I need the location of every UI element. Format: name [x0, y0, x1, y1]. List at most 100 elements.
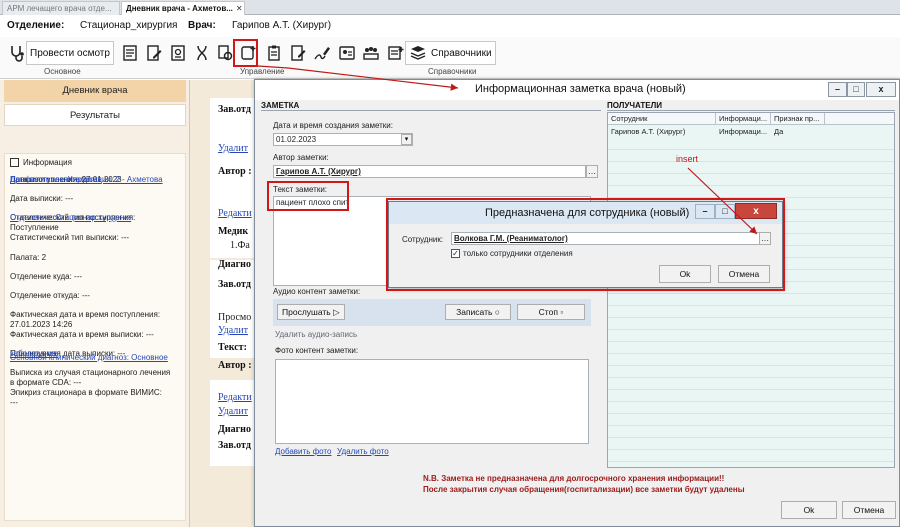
date-label: Дата и время создания заметки:	[273, 121, 393, 130]
highlight-note-text	[267, 181, 349, 211]
footer-note-2: После закрытия случая обращения(госпитал…	[423, 485, 745, 494]
edit-document-icon	[145, 44, 163, 62]
signature-icon	[313, 44, 331, 62]
nav-doctor-diary[interactable]: Дневник врача	[4, 80, 186, 102]
maximize-button[interactable]: □	[847, 82, 865, 97]
nav-results[interactable]: Результаты	[4, 104, 186, 126]
diary-line: Зав.отд	[218, 104, 251, 115]
author-field[interactable]: Гарипов А.Т. (Хирург)	[273, 165, 586, 178]
photo-area[interactable]	[275, 359, 589, 444]
author-lookup-button[interactable]: …	[586, 165, 598, 178]
exam-text-button[interactable]: Провести осмотр	[26, 41, 114, 65]
note-dialog: Информационная заметка врача (новый) – □…	[254, 79, 900, 527]
team-button[interactable]	[334, 41, 360, 65]
info-vimis: Эпикриз стационара в формате ВИМИС:	[10, 388, 162, 397]
group-button[interactable]	[358, 41, 384, 65]
info-diagnosis-cont[interactable]: заболевание	[10, 349, 58, 359]
diary-line: Диагно	[218, 259, 251, 270]
grid-header[interactable]: Информаци...	[716, 113, 771, 125]
dna-icon	[193, 44, 211, 62]
certificate-button[interactable]	[165, 41, 191, 65]
diary-link[interactable]: Удалит	[218, 406, 248, 417]
info-cda-value: в формате CDA: ---	[10, 378, 82, 387]
dialog-titlebar: Информационная заметка врача (новый) – □…	[255, 80, 899, 100]
stethoscope-icon	[8, 44, 26, 62]
author-label: Автор заметки:	[273, 153, 329, 162]
doc-edit2-button[interactable]	[285, 41, 311, 65]
diary-line: Просмо	[218, 312, 252, 323]
grid-header[interactable]: Сотрудник	[608, 113, 716, 125]
doctor-value: Гарипов А.Т. (Хирург)	[232, 20, 332, 31]
list-document-icon	[121, 44, 139, 62]
table-row-cell[interactable]: Да	[771, 126, 825, 137]
add-photo-link[interactable]: Добавить фото	[275, 447, 331, 456]
stop-icon: ▫	[560, 307, 564, 317]
diary-line: Диагно	[218, 424, 251, 435]
lab-settings-icon	[216, 44, 234, 62]
info-bed-profile[interactable]: Профили коек: Хирургия	[10, 175, 102, 185]
record-button[interactable]: Записать ○	[445, 304, 511, 320]
edit-doc-button[interactable]	[141, 41, 167, 65]
chevron-down-icon[interactable]: ▾	[401, 134, 412, 145]
info-vimis-value: ---	[10, 398, 18, 407]
info-actual-discharge: Фактическая дата и время выписки: ---	[10, 330, 154, 339]
info-cda: Выписка из случая стационарного лечения	[10, 368, 171, 377]
info-dept-to: Отделение куда: ---	[10, 272, 83, 281]
group-icon	[362, 44, 380, 62]
diary-line: Зав.отд	[218, 279, 251, 290]
tab-diary[interactable]: Дневник врача - Ахметов... ✕	[121, 1, 245, 15]
minimize-button[interactable]: –	[828, 82, 847, 97]
diary-link[interactable]: Редакти	[218, 392, 252, 403]
diary-line: Автор :	[218, 166, 252, 177]
list-doc-button[interactable]	[117, 41, 143, 65]
sign-button[interactable]	[309, 41, 335, 65]
insert-annotation: insert	[676, 154, 699, 164]
info-dept-from: Отделение откуда: ---	[10, 291, 90, 300]
tab-arm[interactable]: АРМ лечащего врача отде...	[2, 1, 120, 15]
ok-button[interactable]: Ok	[781, 501, 837, 519]
info-actual-admission: Фактическая дата и время поступления:	[10, 310, 161, 319]
highlight-add-note	[233, 39, 258, 67]
date-field[interactable]: 01.02.2023	[273, 133, 413, 146]
grid-header[interactable]: Признак пр...	[771, 113, 825, 125]
listen-button[interactable]: Прослушать ▷	[277, 304, 345, 320]
diary-link[interactable]: Удалит	[218, 325, 248, 336]
tab-bar: АРМ лечащего врача отде... Дневник врача…	[0, 0, 900, 15]
info-stat-admission-value: Поступление	[10, 223, 59, 232]
document-pen-icon	[289, 44, 307, 62]
dept-label: Отделение:	[7, 20, 65, 31]
dept-value: Стационар_хирургия	[80, 20, 178, 31]
table-row-cell[interactable]: Информаци...	[716, 126, 771, 137]
highlight-employee-dialog	[386, 198, 785, 291]
delete-audio-link[interactable]: Удалить аудио-запись	[275, 330, 357, 339]
info-ward: Палата: 2	[10, 253, 47, 262]
cancel-button[interactable]: Отмена	[842, 501, 896, 519]
add-list-icon	[387, 44, 405, 62]
doc-copy-button[interactable]	[261, 41, 287, 65]
record-icon: ○	[494, 307, 500, 317]
certificate-icon	[169, 44, 187, 62]
table-row-cell[interactable]: Гарипов А.Т. (Хирург)	[608, 126, 716, 137]
delete-photo-link[interactable]: Удалить фото	[337, 447, 389, 456]
info-department[interactable]: Отделение: Стационар хирургия	[10, 213, 131, 223]
clipboard-icon	[265, 44, 283, 62]
audio-label: Аудио контент заметки:	[273, 287, 361, 296]
footer-note-1: N.B. Заметка не предназначена для долгос…	[423, 474, 725, 483]
group-label-main: Основное	[44, 67, 81, 76]
refs-button[interactable]: Справочники	[405, 41, 496, 65]
group-label-manage: Управление	[240, 67, 285, 76]
diary-line: Зав.отд	[218, 440, 251, 451]
close-button[interactable]: x	[866, 82, 896, 97]
books-icon	[409, 44, 427, 62]
diary-link[interactable]: Удалит	[218, 143, 248, 154]
left-panel: Дневник врача Результаты Информация Данн…	[0, 80, 190, 527]
info-icon	[10, 158, 19, 167]
stop-button[interactable]: Стоп ▫	[517, 304, 585, 320]
info-title: Информация	[23, 158, 72, 167]
diary-link[interactable]: Редакти	[218, 208, 252, 219]
group-label-refs: Справочники	[428, 67, 477, 76]
photo-label: Фото контент заметки:	[275, 346, 359, 355]
close-icon[interactable]: ✕	[236, 4, 243, 13]
id-card-icon	[338, 44, 356, 62]
context-header: Отделение: Стационар_хирургия Врач: Гари…	[0, 15, 900, 37]
